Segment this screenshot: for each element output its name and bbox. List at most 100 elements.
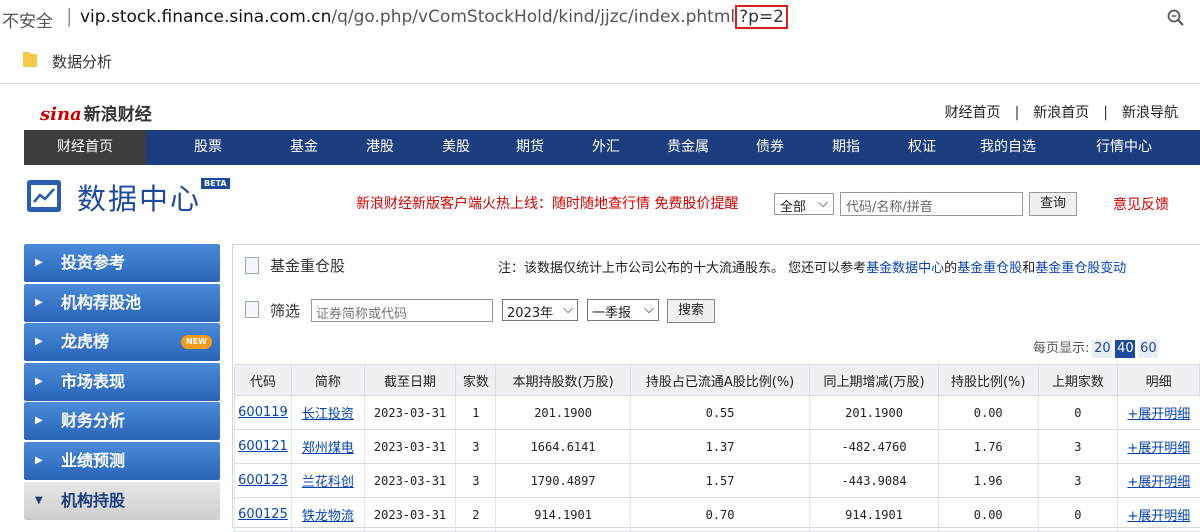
cell-count: 3	[455, 463, 496, 498]
sidebar-item-label: 财务分析	[61, 411, 126, 431]
sidebar-item-earnings-forecast[interactable]: ▶ 业绩预测	[24, 441, 220, 480]
col-name[interactable]: 简称	[290, 364, 365, 396]
document-icon	[245, 257, 259, 274]
address-separator: |	[66, 5, 73, 27]
nav-item-warrants[interactable]: 权证	[886, 130, 958, 165]
divider: |	[1103, 105, 1108, 121]
feedback-link[interactable]: 意见反馈	[1113, 194, 1169, 214]
filter-search-button[interactable]: 搜索	[667, 299, 715, 323]
bookmark-data-analysis[interactable]: 数据分析	[52, 51, 112, 72]
cell-name: 郑州煤电	[301, 441, 354, 456]
stock-name-link[interactable]: 郑州煤电	[290, 429, 365, 464]
sidebar-item-dragon-tiger[interactable]: ▶ 龙虎榜 NEW	[24, 323, 220, 362]
cell-change: 914.1901	[809, 497, 939, 532]
query-button[interactable]: 查询	[1029, 192, 1077, 216]
stock-name-link[interactable]: 长江投资	[290, 395, 365, 430]
cell-code: 600123	[238, 473, 288, 488]
year-select[interactable]: 2023年 ⌵	[502, 299, 578, 321]
sidebar-item-market-performance[interactable]: ▶ 市场表现	[24, 362, 220, 401]
arrow-right-icon: ▶	[35, 375, 43, 387]
nav-item-finance-home[interactable]: 财经首页	[24, 130, 146, 165]
nav-item-us[interactable]: 美股	[422, 130, 490, 165]
nav-item-futures[interactable]: 期货	[490, 130, 570, 165]
cell-date: 2023-03-31	[363, 497, 456, 532]
address-bar[interactable]: 不安全 | vip.stock.finance.sina.com.cn/q/go…	[0, 0, 1200, 38]
cell-float-ratio: 0.55	[629, 395, 810, 430]
expand-detail-link[interactable]: +展开明细	[1117, 463, 1200, 498]
sina-logo[interactable]: sina 新浪财经	[40, 100, 152, 125]
stock-name-link[interactable]: 铁龙物流	[290, 497, 365, 532]
nav-item-hk[interactable]: 港股	[338, 130, 422, 165]
sidebar-item-financial-analysis[interactable]: ▶ 财务分析	[24, 402, 220, 441]
chevron-down-icon: ⌵	[644, 302, 654, 317]
col-prev-count[interactable]: 上期家数	[1037, 364, 1119, 396]
sidebar-item-label: 市场表现	[61, 371, 126, 391]
link-fund-data-center[interactable]: 基金数据中心	[866, 261, 944, 276]
cell-code: 600125	[238, 507, 288, 522]
col-float-ratio[interactable]: 持股占已流通A股比例(%)	[629, 364, 811, 396]
link-fund-heavy-changes[interactable]: 基金重仓股变动	[1035, 261, 1126, 276]
col-change[interactable]: 同上期增减(万股)	[809, 364, 939, 396]
divider: |	[1014, 105, 1020, 121]
expand-detail-link[interactable]: +展开明细	[1117, 497, 1200, 532]
stock-code-link[interactable]: 600125	[234, 497, 292, 532]
link-finance-home[interactable]: 财经首页	[945, 105, 1001, 121]
col-count[interactable]: 家数	[455, 364, 497, 396]
sidebar-item-label: 业绩预测	[61, 450, 126, 470]
cell-prev-count: 3	[1037, 429, 1118, 464]
link-sina-nav[interactable]: 新浪导航	[1122, 105, 1178, 121]
cell-date: 2023-03-31	[363, 463, 456, 498]
nav-item-funds[interactable]: 基金	[270, 130, 338, 165]
nav-item-stocks[interactable]: 股票	[146, 130, 270, 165]
stock-code-link[interactable]: 600121	[234, 429, 292, 464]
col-hold-ratio[interactable]: 持股比例(%)	[937, 364, 1039, 396]
url-host: vip.stock.finance.sina.com.cn	[80, 7, 332, 27]
nav-item-bonds[interactable]: 债券	[734, 130, 806, 165]
per-page-40[interactable]: 40	[1115, 340, 1136, 358]
col-date[interactable]: 截至日期	[363, 364, 457, 396]
per-page-60[interactable]: 60	[1138, 340, 1159, 358]
scope-select[interactable]: 全部 ⌵	[774, 193, 834, 215]
nav-item-metals[interactable]: 贵金属	[642, 130, 734, 165]
main-panel: 基金重仓股 注：该数据仅统计上市公司公布的十大流通股东。 您还可以参考基金数据中…	[232, 244, 1200, 532]
link-sina-home[interactable]: 新浪首页	[1033, 105, 1089, 121]
cell-hold-ratio: 1.76	[937, 429, 1039, 464]
expand-detail-link[interactable]: +展开明细	[1117, 429, 1200, 464]
sidebar-item-recommended-pool[interactable]: ▶ 机构荐股池	[24, 283, 220, 322]
col-holdings[interactable]: 本期持股数(万股)	[495, 364, 631, 396]
stock-code-link[interactable]: 600123	[234, 463, 292, 498]
cell-change: -443.9084	[809, 463, 939, 498]
stock-name-link[interactable]: 兰花科创	[290, 463, 365, 498]
logo-cn: 新浪财经	[83, 105, 152, 124]
stock-code-link[interactable]: 600119	[234, 395, 292, 430]
url-text[interactable]: vip.stock.finance.sina.com.cn/q/go.php/v…	[80, 5, 788, 29]
cell-float-ratio: 1.57	[629, 463, 810, 498]
sidebar-item-investment-reference[interactable]: ▶ 投资参考	[24, 244, 220, 282]
panel-title: 基金重仓股	[270, 257, 346, 275]
cell-date: 2023-03-31	[363, 395, 456, 430]
nav-item-forex[interactable]: 外汇	[570, 130, 642, 165]
folder-icon	[23, 52, 37, 67]
cell-prev-count: 0	[1037, 395, 1118, 430]
nav-item-watchlist[interactable]: 我的自选	[958, 130, 1058, 165]
chevron-down-icon: ⌵	[563, 302, 573, 317]
cell-holdings: 201.1900	[495, 395, 631, 430]
security-filter-input[interactable]: 证券简称或代码	[311, 299, 493, 322]
zoom-icon[interactable]	[1166, 8, 1186, 28]
col-detail: 明细	[1117, 364, 1200, 396]
nav-item-market-center[interactable]: 行情中心	[1058, 130, 1190, 165]
per-page-20[interactable]: 20	[1092, 340, 1113, 358]
link-fund-heavy-stocks[interactable]: 基金重仓股	[957, 261, 1022, 276]
promo-link[interactable]: 新浪财经新版客户端火热上线：随时随地查行情 免费股价提醒	[356, 193, 738, 213]
quarter-select[interactable]: 一季报 ⌵	[587, 299, 659, 321]
security-status[interactable]: 不安全	[2, 7, 53, 32]
expand-detail-link[interactable]: +展开明细	[1117, 395, 1200, 430]
table-row: 600119 长江投资 2023-03-31 1 201.1900 0.55 2…	[234, 395, 1200, 430]
sina-header: sina 新浪财经 财经首页 | 新浪首页 | 新浪导航	[24, 94, 1200, 128]
filter-label: 筛选	[270, 302, 301, 320]
col-code[interactable]: 代码	[234, 364, 292, 396]
nav-item-index-futures[interactable]: 期指	[806, 130, 886, 165]
arrow-right-icon: ▶	[35, 415, 43, 427]
stock-search-input[interactable]: 代码/名称/拼音	[840, 192, 1023, 216]
sidebar-item-institutional-holdings[interactable]: ▼ 机构持股	[24, 481, 220, 520]
